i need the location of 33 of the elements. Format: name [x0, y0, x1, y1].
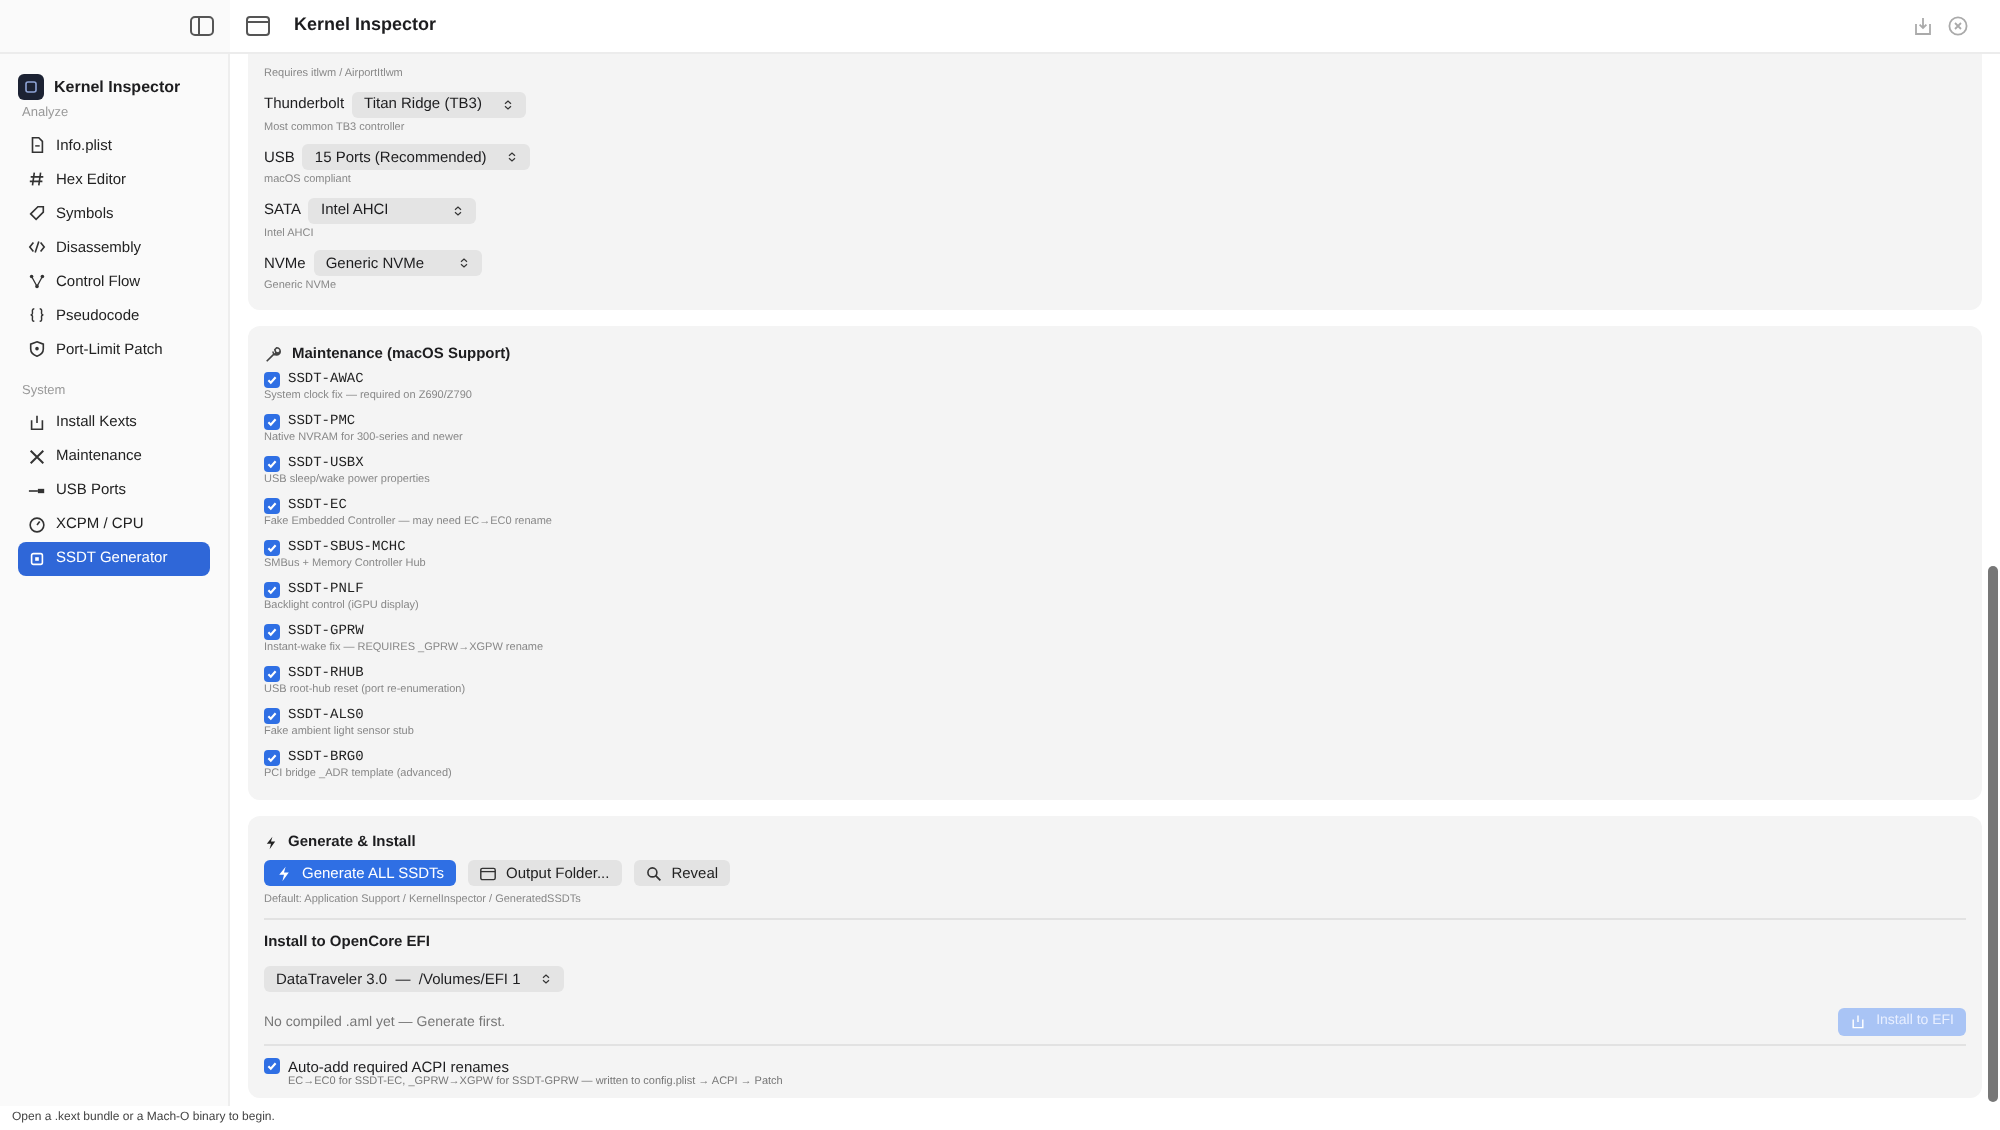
up-down-chevron-icon	[457, 256, 470, 270]
gauge-icon	[28, 515, 46, 533]
search-icon	[645, 865, 662, 881]
checkbox[interactable]	[264, 498, 280, 514]
node-graph-icon	[28, 271, 46, 290]
up-down-chevron-icon	[506, 150, 519, 164]
checkbox[interactable]	[264, 414, 280, 430]
checkbox[interactable]	[264, 372, 280, 388]
app-icon	[18, 74, 44, 100]
up-down-chevron-icon	[452, 203, 465, 217]
up-down-chevron-icon	[540, 972, 553, 987]
up-down-chevron-icon	[501, 97, 514, 111]
window-title: Kernel Inspector	[294, 12, 437, 39]
document-icon	[28, 135, 46, 154]
checkbox[interactable]	[264, 540, 280, 556]
scrollbar-thumb[interactable]	[1988, 566, 1998, 1102]
app-name: Kernel Inspector	[54, 75, 181, 99]
power-box-icon	[28, 413, 46, 431]
checkbox[interactable]	[264, 456, 280, 472]
tag-icon	[28, 203, 46, 222]
checkbox[interactable]	[264, 582, 280, 598]
sidebar-toggle-icon[interactable]	[190, 16, 214, 36]
code-icon	[28, 237, 46, 256]
chip-icon	[28, 549, 46, 567]
checkbox[interactable]	[264, 708, 280, 724]
checkbox[interactable]	[264, 624, 280, 640]
checkbox[interactable]	[264, 1058, 280, 1074]
braces-icon	[28, 305, 46, 324]
checkbox[interactable]	[264, 750, 280, 766]
shield-icon	[28, 339, 46, 358]
hash-icon	[28, 169, 46, 188]
power-box-icon	[1850, 1014, 1867, 1030]
checkbox[interactable]	[264, 666, 280, 682]
